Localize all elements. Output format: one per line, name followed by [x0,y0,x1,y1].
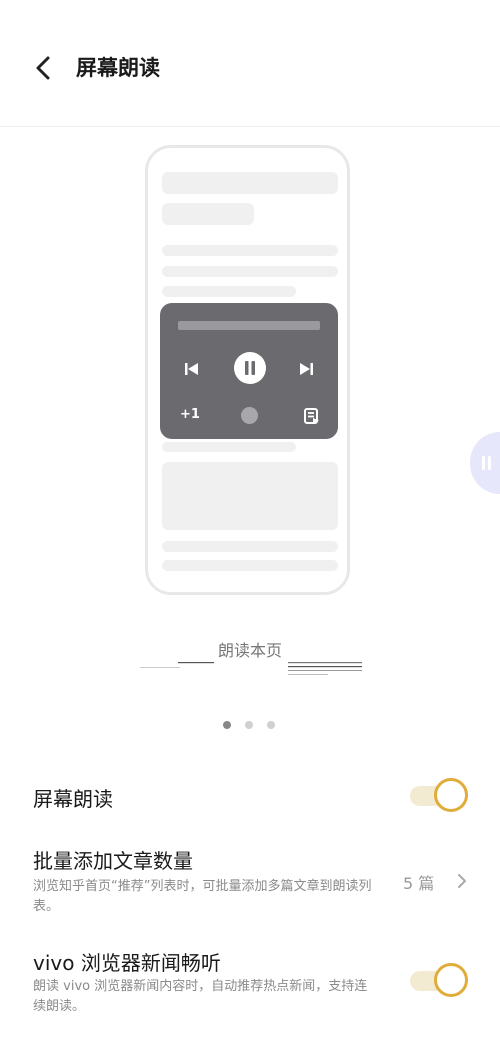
speed-dot-icon[interactable] [241,407,258,424]
pause-icon [245,361,255,375]
progress-bar [178,321,320,330]
batch-add-title: 批量添加文章数量 [33,849,193,873]
placeholder-line [162,541,338,552]
bubble-bar-icon [482,456,485,470]
vivo-news-toggle[interactable] [410,963,468,997]
chevron-left-icon[interactable] [30,54,58,82]
batch-add-value[interactable]: 5 篇 [403,870,434,894]
previous-icon[interactable] [182,359,202,379]
vivo-news-title: vivo 浏览器新闻畅听 [33,951,221,975]
screen-read-toggle[interactable] [410,778,468,812]
toggle-knob [434,963,468,997]
page-dot[interactable] [245,721,253,729]
page-dot[interactable] [223,721,231,729]
floating-reader-bubble[interactable] [470,432,500,494]
plus-one-button[interactable]: +1 [180,407,200,422]
placeholder-block [162,462,338,530]
page-dot[interactable] [267,721,275,729]
placeholder-line [162,245,338,256]
page-title: 屏幕朗读 [76,56,160,80]
reading-player-panel: +1 [160,303,338,439]
playlist-icon[interactable] [303,407,321,425]
placeholder-line [162,203,254,225]
placeholder-line [162,286,296,297]
placeholder-line [162,442,296,452]
header-bar: 屏幕朗读 [0,0,500,127]
placeholder-line [162,266,338,277]
toggle-knob [434,778,468,812]
batch-add-description: 浏览知乎首页“推荐”列表时，可批量添加多篇文章到朗读列表。 [33,879,372,914]
preview-caption: 朗读本页 [217,641,282,660]
pause-button[interactable] [234,352,266,384]
chevron-right-icon[interactable] [455,872,469,890]
decorative-stripes [140,662,362,675]
placeholder-line [162,560,338,571]
next-icon[interactable] [296,359,316,379]
screen-read-title: 屏幕朗读 [33,787,113,811]
page-indicator[interactable] [223,714,289,733]
bubble-bar-icon [488,456,491,470]
vivo-news-description: 朗读 vivo 浏览器新闻内容时，自动推荐热点新闻，支持连续朗读。 [33,979,368,1014]
placeholder-line [162,172,338,194]
